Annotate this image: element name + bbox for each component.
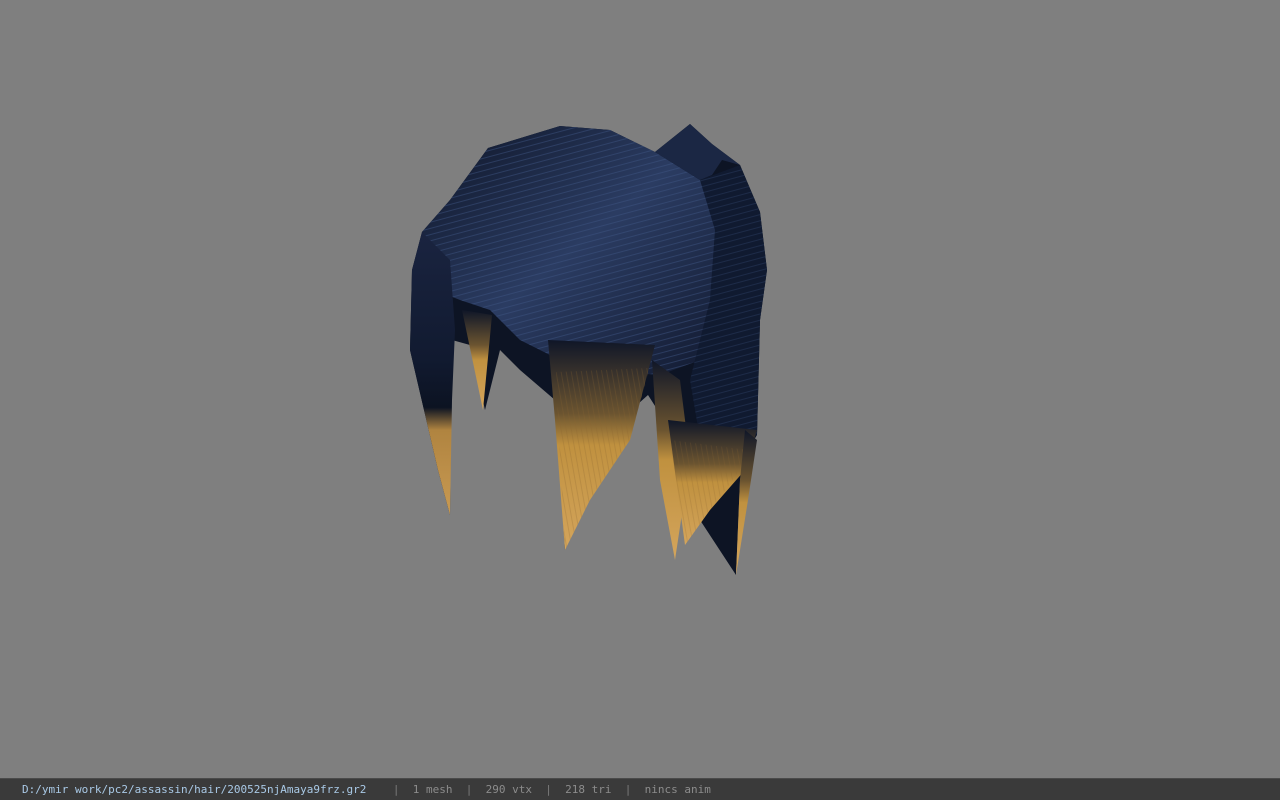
status-separator: | <box>545 783 552 796</box>
status-bar: D:/ymir work/pc2/assassin/hair/200525njA… <box>0 778 1280 800</box>
status-separator: | <box>624 783 632 796</box>
status-separator: | <box>465 783 473 796</box>
mesh-count-label: 1 mesh <box>412 783 453 796</box>
vertex-count-label: 290 vtx <box>485 783 532 796</box>
status-separator: | <box>392 783 400 796</box>
file-path-label: D:/ymir work/pc2/assassin/hair/200525njA… <box>22 783 367 796</box>
hair-model[interactable] <box>0 0 1280 778</box>
hair-left-strand <box>410 232 455 515</box>
3d-viewport[interactable] <box>0 0 1280 778</box>
triangle-count-label: 218 tri <box>565 783 612 796</box>
anim-status-label: nincs anim <box>644 783 711 796</box>
